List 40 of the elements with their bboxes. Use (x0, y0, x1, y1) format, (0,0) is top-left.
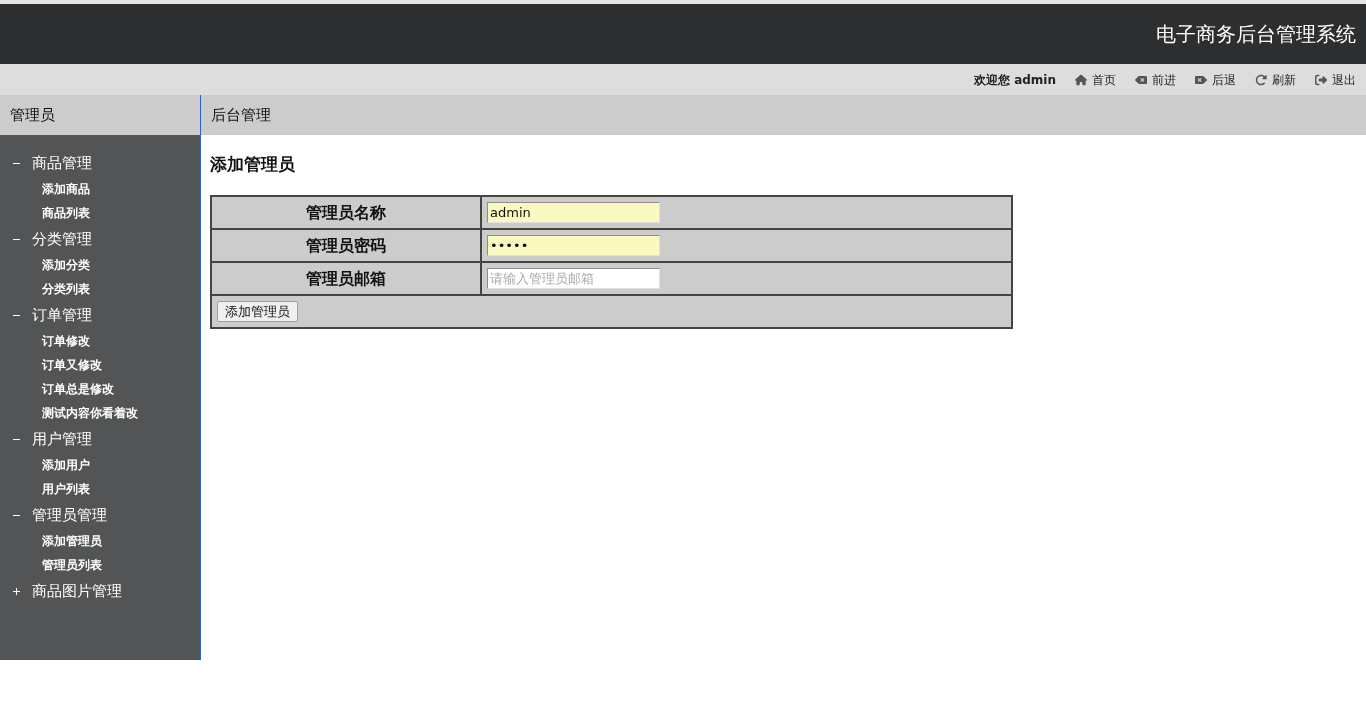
page-heading: 添加管理员 (210, 153, 295, 175)
refresh-icon (1255, 73, 1267, 86)
field-label: 管理员密码 (306, 235, 386, 255)
home-icon (1075, 73, 1087, 86)
menu-item[interactable]: 商品列表 (42, 204, 90, 222)
menu-group[interactable]: 分类管理 (13, 227, 92, 251)
logout-link[interactable]: 退出 (1315, 70, 1356, 89)
forward-link[interactable]: 前进 (1135, 70, 1176, 89)
menu-item[interactable]: 管理员列表 (42, 556, 102, 574)
menu-group[interactable]: 管理员管理 (13, 503, 107, 527)
menu-item[interactable]: 订单总是修改 (42, 380, 114, 398)
back-link[interactable]: 后退 (1195, 70, 1236, 89)
menu-group[interactable]: 商品管理 (13, 151, 92, 175)
menu-group[interactable]: 用户管理 (13, 427, 92, 451)
sidebar-title: 管理员 (10, 104, 55, 126)
menu-item[interactable]: 测试内容你看着改 (42, 404, 138, 422)
logout-icon (1315, 73, 1327, 86)
menu-item[interactable]: 用户列表 (42, 480, 90, 498)
menu-item[interactable]: 分类列表 (42, 280, 90, 298)
input-field[interactable]: admin (487, 202, 660, 223)
field-label: 管理员名称 (306, 202, 386, 222)
input-field[interactable]: 请输入管理员邮箱 (487, 268, 660, 289)
menu-item[interactable]: 订单又修改 (42, 356, 102, 374)
input-field[interactable]: ••••• (487, 235, 660, 256)
backspace-icon (1135, 73, 1147, 86)
menu-item[interactable]: 添加管理员 (42, 532, 102, 550)
menu-group[interactable]: 商品图片管理 (13, 579, 122, 603)
breadcrumb-title: 后台管理 (211, 104, 271, 126)
menu-group[interactable]: 订单管理 (13, 303, 92, 327)
reversed-backspace-icon (1195, 73, 1207, 86)
menu-item[interactable]: 添加用户 (42, 456, 90, 474)
home-link[interactable]: 首页 (1075, 70, 1116, 89)
field-label: 管理员邮箱 (306, 268, 386, 288)
menu-item[interactable]: 订单修改 (42, 332, 90, 350)
menu-item[interactable]: 添加分类 (42, 256, 90, 274)
submit-button[interactable]: 添加管理员 (217, 301, 298, 322)
system-title: 电子商务后台管理系统 (1156, 22, 1356, 46)
menu-item[interactable]: 添加商品 (42, 180, 90, 198)
refresh-link[interactable]: 刷新 (1255, 70, 1296, 89)
welcome-text: 欢迎您 admin (973, 71, 1056, 89)
